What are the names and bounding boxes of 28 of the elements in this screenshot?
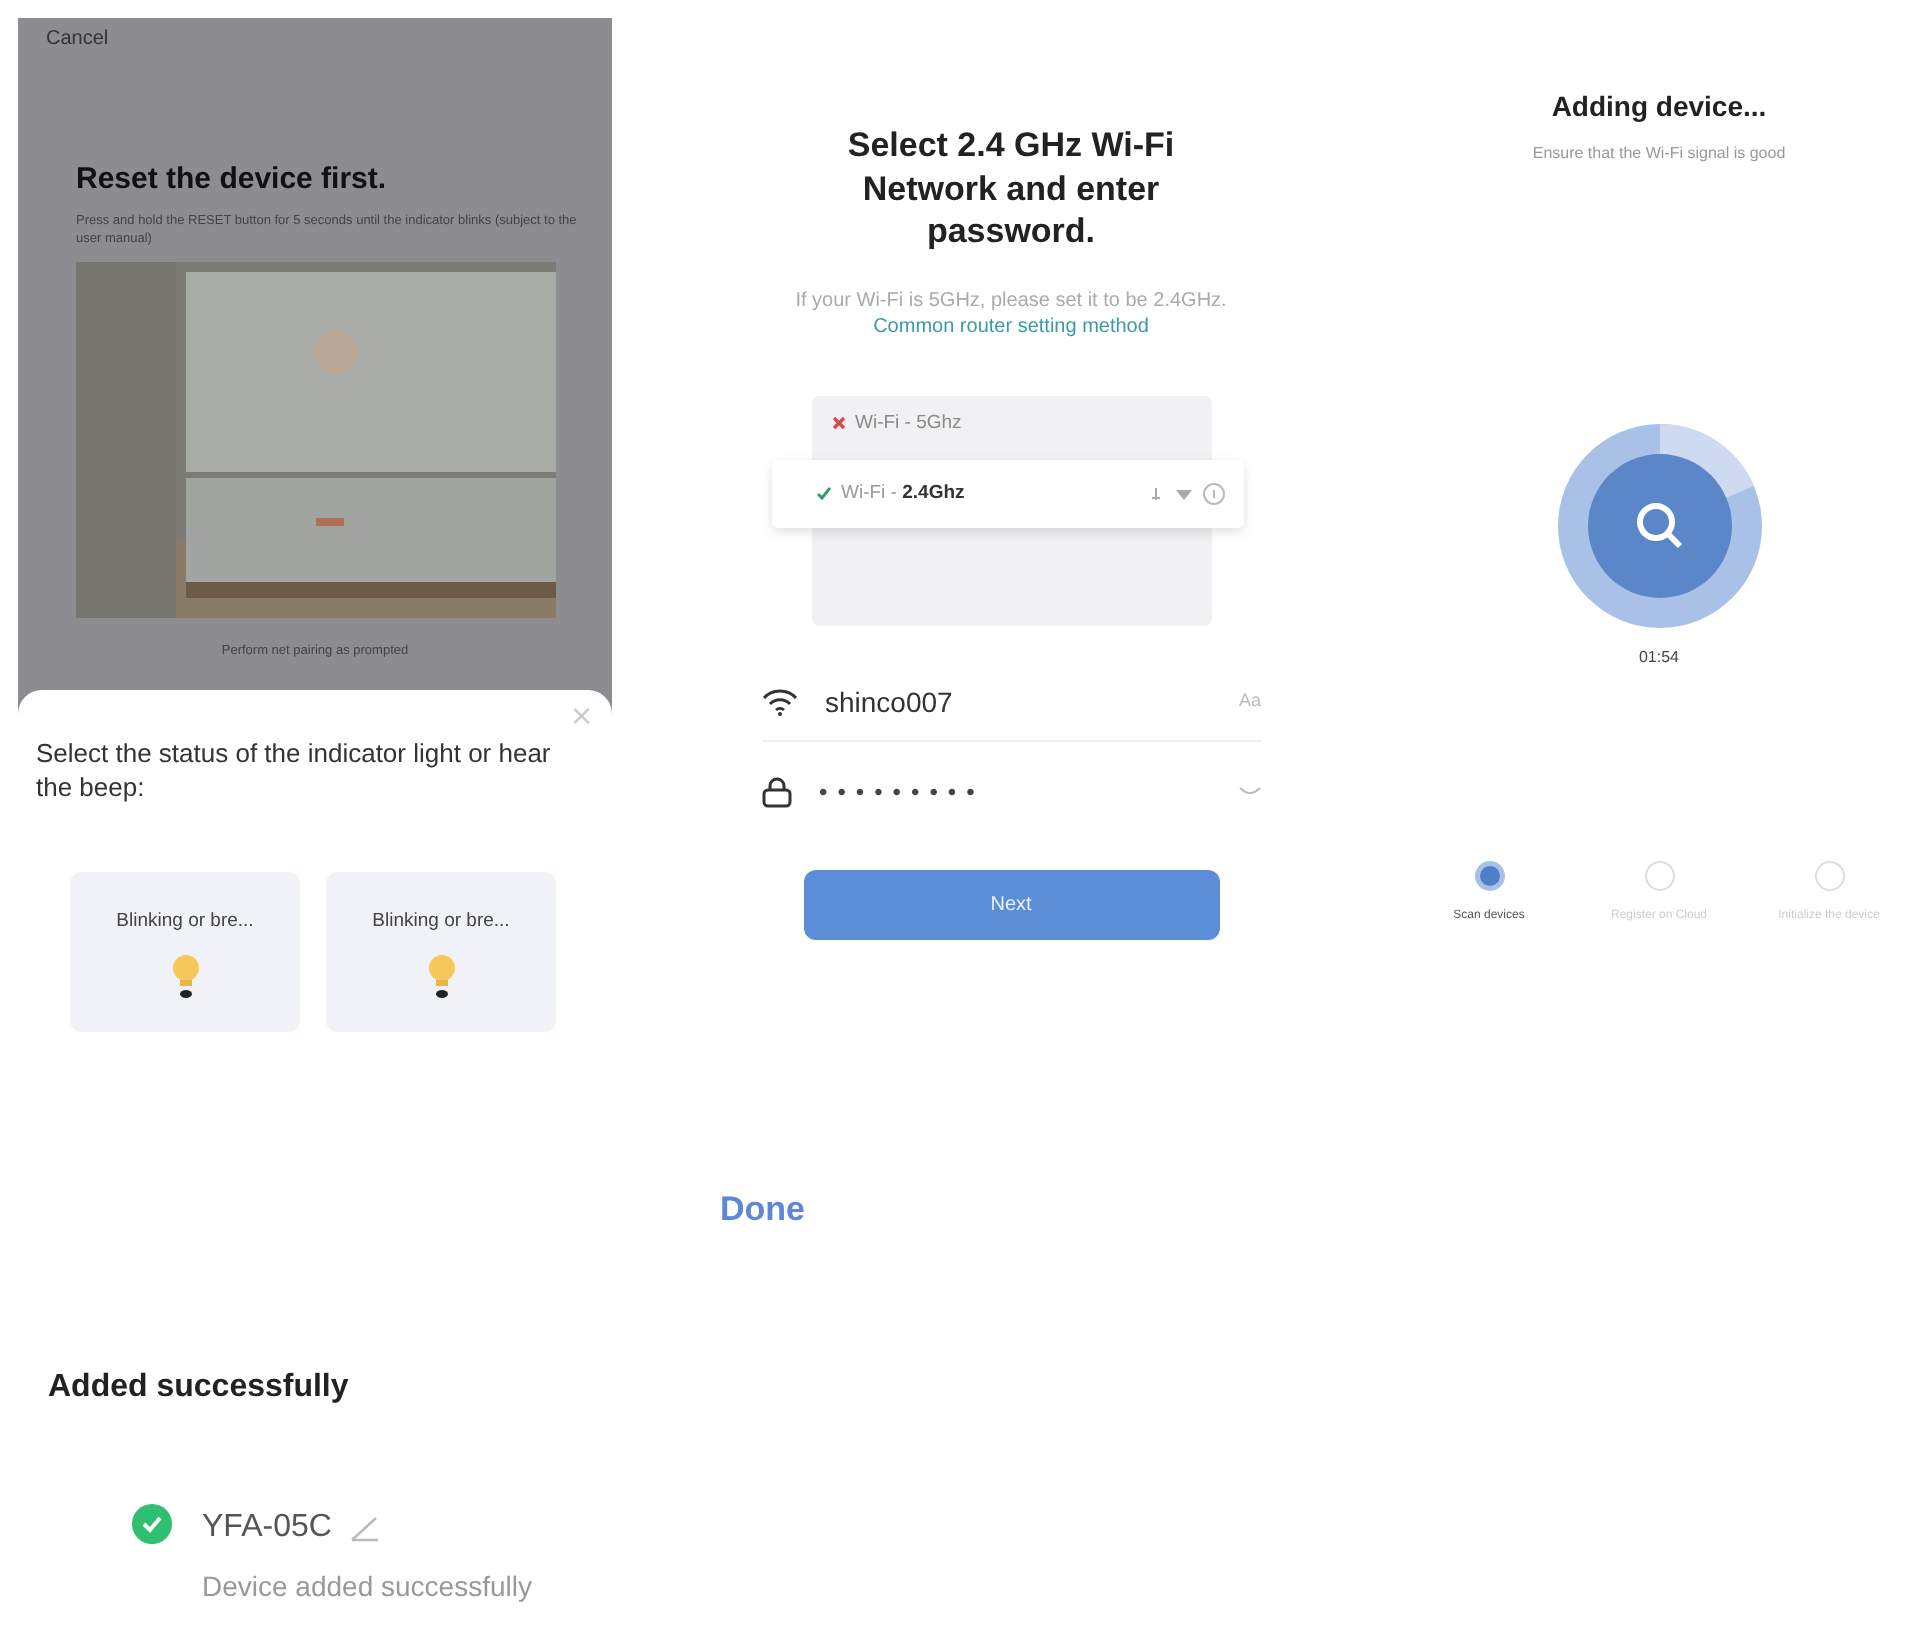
screen-title: Reset the device first.	[76, 160, 389, 200]
wifi-icon	[761, 688, 797, 717]
light-bulb-icon	[427, 954, 455, 999]
option-card[interactable]: Blinking or bre...	[70, 871, 300, 1032]
light-bulb-icon	[171, 954, 199, 999]
screen-title: Select 2.4 GHz Wi-Fi Network and enter password.	[845, 124, 1177, 254]
password-field[interactable]: •••••••••	[761, 753, 1261, 830]
countdown-timer: 01:54	[1638, 646, 1680, 670]
success-check-icon	[132, 1503, 172, 1543]
wifi-name-field[interactable]: shinco007 Aa	[761, 665, 1261, 742]
prompt-text: Select the status of the indicator light or hear the beep:	[36, 738, 553, 806]
hint-text: If your Wi-Fi is 5GHz, please set it to be 2.4GHz. Common router setting method	[793, 287, 1229, 342]
done-button[interactable]: Done	[720, 1184, 805, 1235]
lock-icon	[761, 775, 791, 808]
cancel-link[interactable]: Cancel	[46, 24, 109, 54]
subtitle-text: Ensure that the Wi-Fi signal is good	[1532, 142, 1786, 166]
network-row: Wi-Fi - 5Ghz	[831, 403, 962, 444]
router-setting-link[interactable]: Common router setting method	[873, 316, 1149, 339]
screen-title: Added successfully	[48, 1367, 349, 1407]
option-card[interactable]: Blinking or bre...	[326, 871, 556, 1032]
screen-title: Adding device...	[1551, 88, 1767, 126]
cross-icon	[831, 416, 845, 431]
status-text: Device added successfully	[202, 1567, 532, 1606]
next-button[interactable]: Next	[803, 869, 1219, 940]
pencil-icon[interactable]	[347, 1513, 380, 1541]
network-row: Wi-Fi - 2.4Ghz	[771, 459, 1243, 528]
check-icon	[815, 485, 831, 502]
device-name: YFA-05C	[202, 1507, 332, 1547]
